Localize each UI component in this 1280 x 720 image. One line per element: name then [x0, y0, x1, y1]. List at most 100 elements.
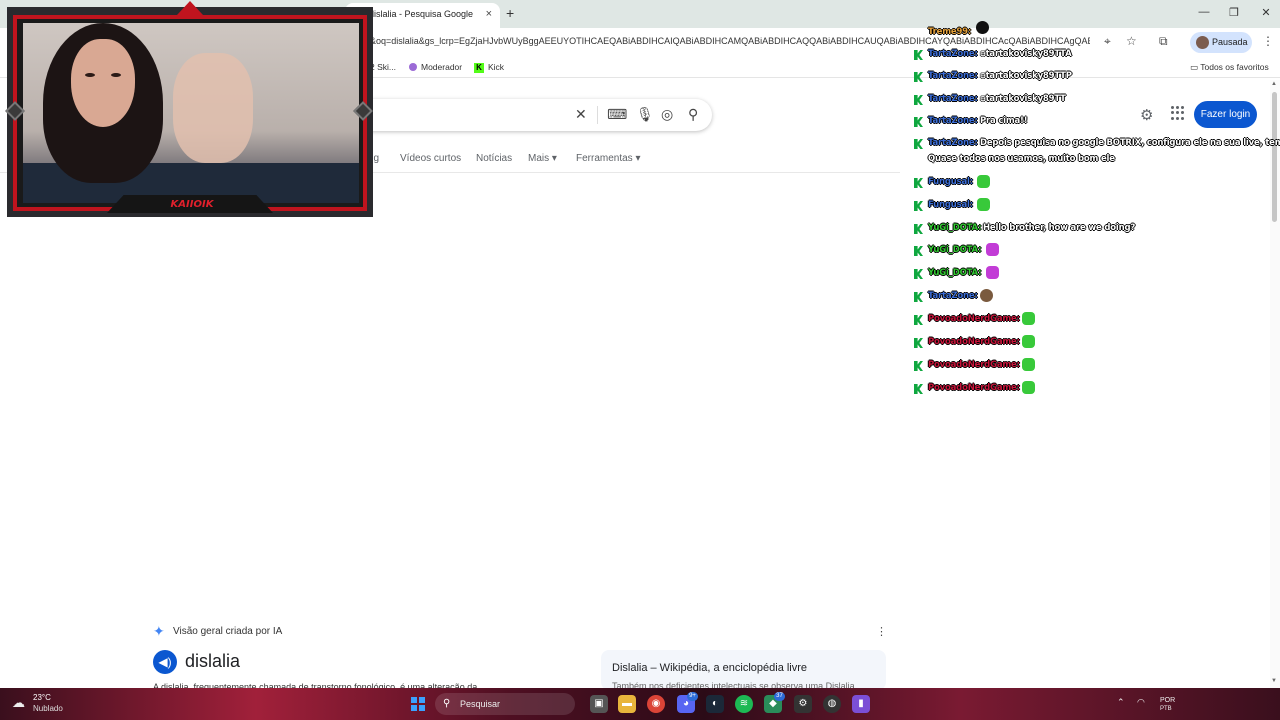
chat-username: Fungusal: — [928, 177, 973, 187]
chevron-down-icon: ▾ — [635, 153, 641, 164]
minimize-button[interactable]: — — [1194, 6, 1214, 18]
tab-more[interactable]: Mais ▾ — [528, 153, 557, 164]
lens-icon[interactable]: ◎ — [661, 106, 673, 123]
taskbar-search-label: Pesquisar — [460, 699, 501, 709]
streamer-name: KAIIOIK — [170, 199, 214, 210]
moderador-icon — [409, 63, 417, 71]
kick-badge-icon — [914, 292, 923, 302]
file-explorer-icon[interactable]: ▬ — [618, 695, 636, 713]
close-window-button[interactable]: ✕ — [1256, 6, 1276, 19]
purple-emote-icon — [986, 266, 999, 279]
weather-icon[interactable]: ☁ — [12, 695, 25, 711]
chat-username: PovoadoNerdGame: — [928, 337, 1020, 347]
chat-text: ▫tartakovisky89TT — [980, 94, 1066, 104]
heart-emote-icon — [976, 21, 989, 34]
chat-text-value: tartakovisky89TTA — [985, 49, 1072, 59]
webcam-video — [23, 23, 359, 203]
ai-overview-title: Visão geral criada por IA — [173, 626, 283, 637]
tab-title: dislalia - Pesquisa Google — [369, 9, 474, 19]
person-hand — [173, 53, 253, 163]
steam-icon[interactable]: ◐ — [706, 695, 724, 713]
green-emote-icon — [977, 198, 990, 211]
bookmark-label: Kick — [488, 62, 505, 72]
taskbar-search[interactable]: ⚲ Pesquisar — [435, 693, 575, 715]
person-eye — [85, 73, 95, 77]
chat-username: TartaZone: — [928, 49, 978, 59]
bookmark-moderador[interactable]: Moderador — [409, 62, 462, 72]
microphone-icon[interactable]: 🎙 — [636, 106, 654, 123]
tab-close-icon[interactable]: × — [486, 3, 492, 25]
chat-username: TartaZone: — [928, 116, 978, 126]
chat-text-value: tartakovisky89TTP — [985, 71, 1072, 81]
task-view-icon[interactable]: ▣ — [590, 695, 608, 713]
chat-username: YuGi_DOTA: — [928, 223, 982, 233]
chat-username: Treme99: — [928, 27, 972, 37]
new-tab-button[interactable]: + — [506, 5, 514, 21]
kick-badge-icon — [914, 269, 923, 279]
tab-tools[interactable]: Ferramentas ▾ — [576, 153, 641, 164]
wiki-title[interactable]: Dislalia – Wikipédia, a enciclopédia liv… — [612, 662, 807, 674]
green-emote-icon — [1022, 335, 1035, 348]
chat-username: TartaZone: — [928, 138, 978, 148]
obs-icon[interactable]: ◍ — [823, 695, 841, 713]
language-indicator[interactable]: POR — [1160, 697, 1175, 704]
bookmark-label: Moderador — [421, 62, 463, 72]
chevron-down-icon: ▾ — [551, 153, 557, 164]
chat-text: ▫tartakovisky89TTP — [980, 71, 1072, 81]
network-icon[interactable]: ◠ — [1137, 697, 1145, 708]
bookmark-item[interactable]: 2 Ski... — [370, 62, 396, 72]
kick-badge-icon — [914, 117, 923, 127]
speaker-icon[interactable]: ◀) — [153, 650, 177, 674]
clear-icon[interactable]: ✕ — [575, 106, 587, 123]
kick-badge-icon — [914, 201, 923, 211]
tab-news[interactable]: Notícias — [476, 153, 512, 164]
kick-icon: K — [474, 63, 484, 73]
chat-username: PovoadoNerdGame: — [928, 314, 1020, 324]
keyboard-icon[interactable]: ⌨ — [607, 106, 627, 123]
tray-arrow-icon[interactable]: ⌃ — [1117, 697, 1125, 708]
kick-badge-icon — [914, 361, 923, 371]
kick-badge-icon — [914, 50, 923, 60]
chat-text: Pra cima!! — [980, 116, 1028, 126]
windows-start-icon[interactable] — [411, 697, 425, 711]
ai-term: dislalia — [185, 651, 241, 671]
bookmark-kick[interactable]: K Kick — [474, 62, 504, 73]
maximize-button[interactable]: ❐ — [1224, 6, 1244, 19]
green-emote-icon — [1022, 381, 1035, 394]
stream-chat-overlay: Treme99: TartaZone: ▫tartakovisky89TTA T… — [910, 21, 1280, 402]
more-options-icon[interactable]: ⋮ — [876, 625, 887, 638]
twitch-icon[interactable]: ▮ — [852, 695, 870, 713]
kick-badge-icon — [914, 246, 923, 256]
scroll-down-icon[interactable]: ▼ — [1271, 678, 1277, 684]
search-input[interactable] — [360, 99, 712, 131]
chrome-icon[interactable]: ◉ — [647, 695, 665, 713]
settings-icon[interactable]: ⚙ — [794, 695, 812, 713]
chat-username: Fungusal: — [928, 200, 973, 210]
spotify-icon[interactable]: ≋ — [735, 695, 753, 713]
kick-badge-icon — [914, 72, 923, 82]
chat-username: PovoadoNerdGame: — [928, 383, 1020, 393]
tab-tools-label: Ferramentas — [576, 153, 633, 164]
screen: dislalia - Pesquisa Google × + — ❐ ✕ &oq… — [0, 0, 1280, 720]
chat-text: Quase todos nos usamos, muito bom ele — [928, 154, 1115, 164]
discord-badge: 9+ — [687, 692, 698, 701]
green-emote-icon — [1022, 312, 1035, 325]
weather-condition[interactable]: Nublado — [33, 704, 63, 713]
chat-username: YuGi_DOTA: — [928, 268, 982, 278]
wiki-result-card[interactable]: Dislalia – Wikipédia, a enciclopédia liv… — [601, 650, 886, 691]
search-icon[interactable]: ⚲ — [688, 106, 698, 123]
chat-username: PovoadoNerdGame: — [928, 360, 1020, 370]
chat-username: TartaZone: — [928, 291, 978, 301]
windows-taskbar: ☁ 23°C Nublado ⚲ Pesquisar ▣ ▬ ◉ ◕ 9+ ◐ … — [0, 688, 1280, 720]
app-badge: 37 — [774, 692, 785, 701]
person-face — [71, 39, 135, 127]
kick-badge-icon — [914, 139, 923, 149]
face-emote-icon — [980, 289, 993, 302]
chat-text-value: tartakovisky89TT — [985, 94, 1066, 104]
weather-temp[interactable]: 23°C — [33, 693, 51, 702]
chat-username: TartaZone: — [928, 71, 978, 81]
ai-sparkle-icon: ✦ — [153, 623, 165, 639]
tab-short-videos[interactable]: Vídeos curtos — [400, 153, 461, 164]
chat-text: Hello brother, how are we doing? — [983, 223, 1136, 233]
purple-emote-icon — [986, 243, 999, 256]
